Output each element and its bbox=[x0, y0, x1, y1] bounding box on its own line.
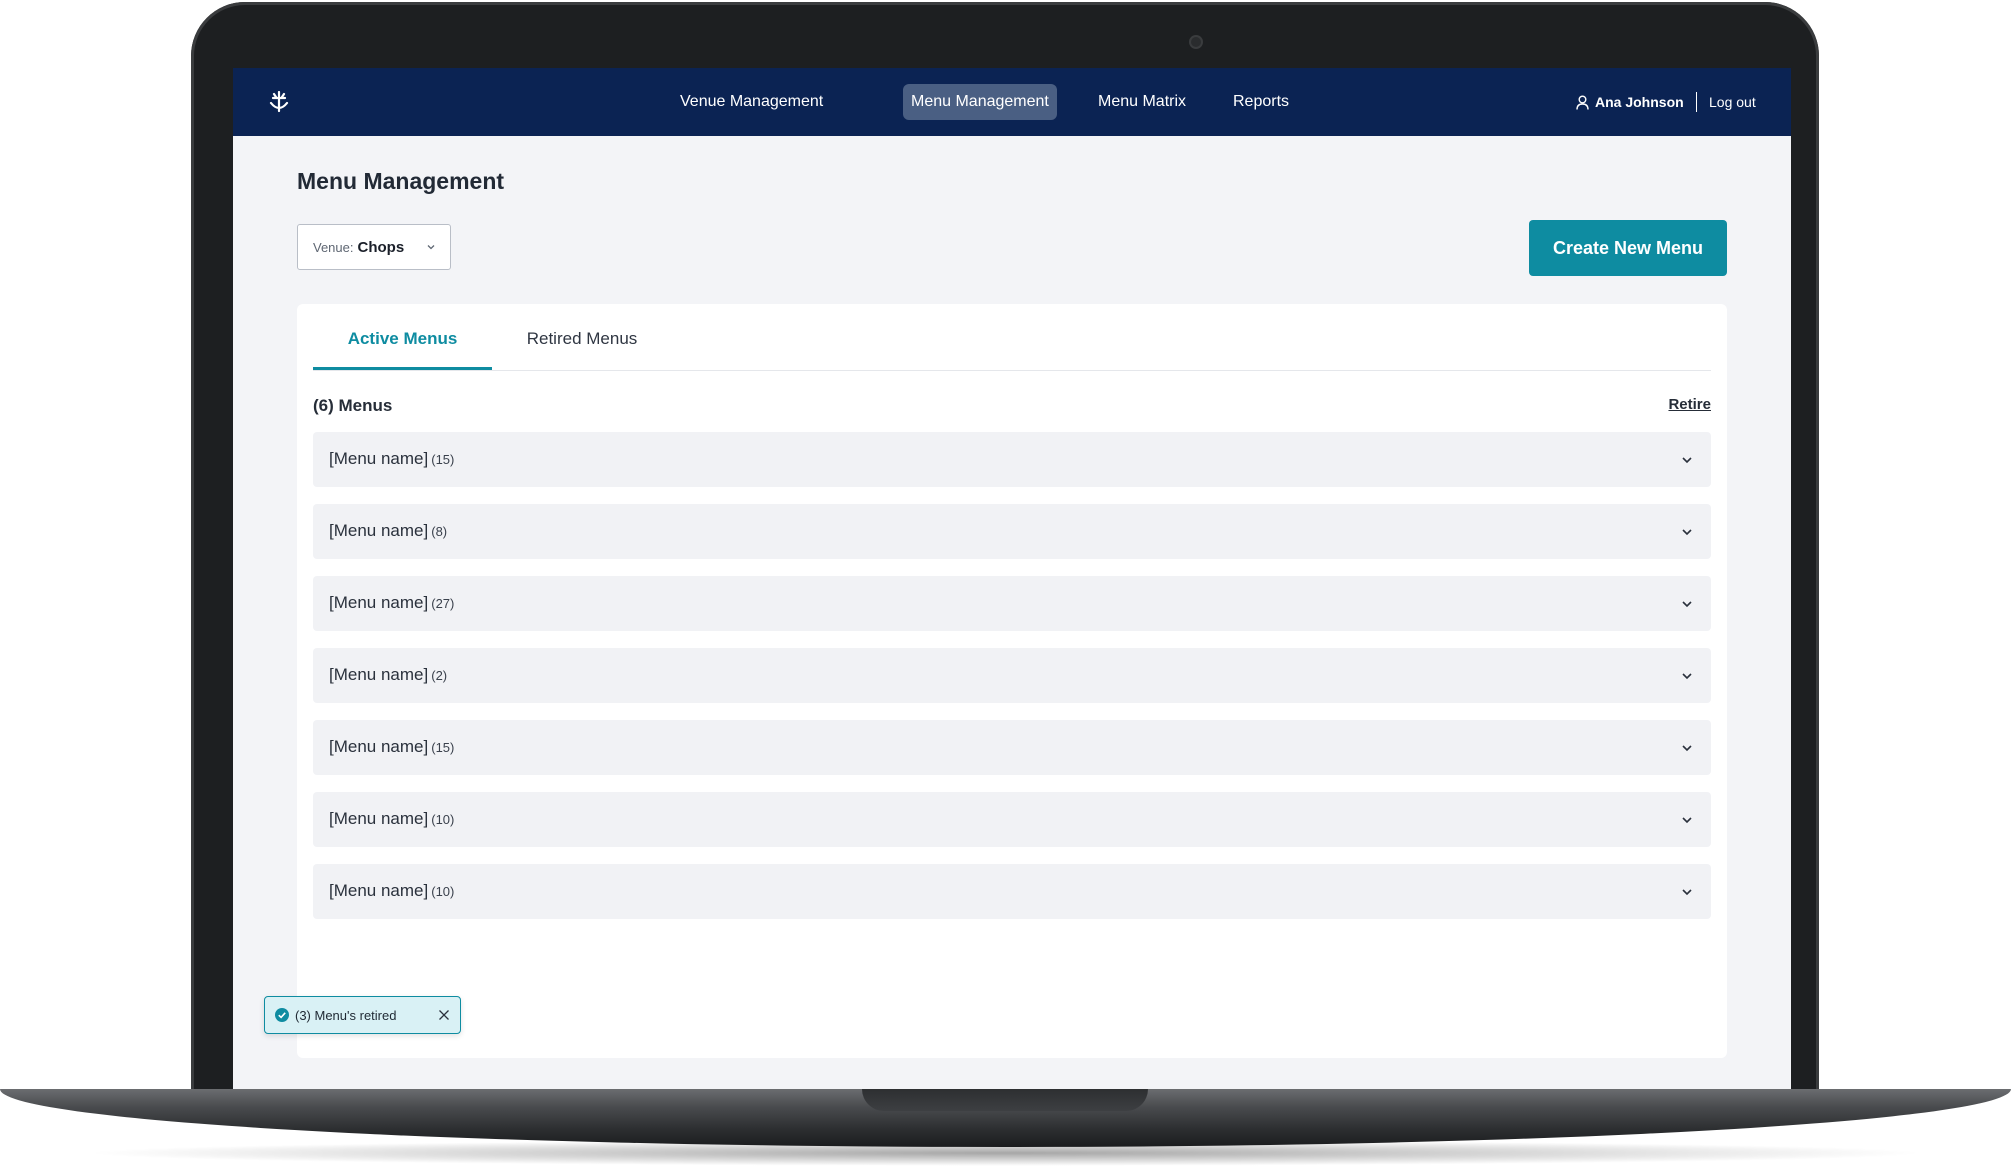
page-title: Menu Management bbox=[297, 168, 505, 194]
menu-item-count: (27) bbox=[431, 596, 455, 611]
nav-menu-matrix[interactable]: Menu Matrix bbox=[1090, 84, 1194, 120]
app-screen: Venue Management Menu Management Menu Ma… bbox=[233, 68, 1791, 1110]
logout-link[interactable]: Log out bbox=[1709, 84, 1756, 120]
menu-row[interactable]: [Menu name] (10) bbox=[313, 792, 1711, 847]
menu-row-title: [Menu name] (2) bbox=[329, 665, 447, 685]
menu-count-label: (6) Menus bbox=[313, 396, 393, 415]
chevron-down-icon[interactable] bbox=[1681, 742, 1693, 754]
check-circle-icon bbox=[275, 1008, 289, 1022]
user-name: Ana Johnson bbox=[1595, 94, 1684, 110]
menu-row-title: [Menu name] (15) bbox=[329, 737, 454, 757]
tab-active-menus[interactable]: Active Menus bbox=[313, 304, 492, 370]
create-new-menu-button[interactable]: Create New Menu bbox=[1529, 220, 1727, 276]
menu-name: [Menu name] bbox=[329, 881, 429, 900]
menu-name: [Menu name] bbox=[329, 521, 429, 540]
menu-row[interactable]: [Menu name] (8) bbox=[313, 504, 1711, 559]
nav-divider bbox=[1696, 92, 1697, 112]
menu-row[interactable]: [Menu name] (15) bbox=[313, 720, 1711, 775]
menu-row-title: [Menu name] (10) bbox=[329, 809, 454, 829]
toast-message: (3) Menu's retired bbox=[295, 1007, 397, 1023]
user-icon bbox=[1576, 95, 1589, 110]
crown-anchor-logo-icon[interactable] bbox=[268, 91, 290, 113]
menu-row[interactable]: [Menu name] (10) bbox=[313, 864, 1711, 919]
nav-reports[interactable]: Reports bbox=[1225, 84, 1297, 120]
menu-item-count: (2) bbox=[431, 668, 448, 683]
menu-name: [Menu name] bbox=[329, 665, 429, 684]
menu-row[interactable]: [Menu name] (27) bbox=[313, 576, 1711, 631]
chevron-down-icon[interactable] bbox=[1681, 526, 1693, 538]
venue-select-label: Venue: bbox=[313, 239, 354, 255]
menu-item-count: (15) bbox=[431, 740, 455, 755]
user-menu[interactable]: Ana Johnson bbox=[1576, 84, 1684, 120]
nav-venue-management[interactable]: Venue Management bbox=[672, 84, 831, 120]
chevron-down-icon[interactable] bbox=[1681, 598, 1693, 610]
menus-card: Active Menus Retired Menus (6) Menus Ret… bbox=[297, 304, 1727, 1058]
menu-name: [Menu name] bbox=[329, 593, 429, 612]
chevron-down-icon[interactable] bbox=[1681, 886, 1693, 898]
menu-item-count: (15) bbox=[431, 452, 455, 467]
tab-retired-menus[interactable]: Retired Menus bbox=[492, 304, 672, 370]
menu-tabs: Active Menus Retired Menus bbox=[313, 304, 1711, 371]
chevron-down-icon bbox=[427, 245, 435, 250]
menu-name: [Menu name] bbox=[329, 449, 429, 468]
close-icon[interactable] bbox=[438, 1009, 450, 1021]
menu-row[interactable]: [Menu name] (2) bbox=[313, 648, 1711, 703]
venue-select-value: Chops bbox=[357, 238, 405, 256]
nav-menu-management[interactable]: Menu Management bbox=[903, 84, 1057, 120]
menu-name: [Menu name] bbox=[329, 737, 429, 756]
chevron-down-icon[interactable] bbox=[1681, 454, 1693, 466]
laptop-notch bbox=[862, 1089, 1148, 1111]
retired-toast: (3) Menu's retired bbox=[264, 996, 461, 1034]
top-navigation: Venue Management Menu Management Menu Ma… bbox=[233, 68, 1791, 136]
menu-row-title: [Menu name] (10) bbox=[329, 881, 454, 901]
chevron-down-icon[interactable] bbox=[1681, 670, 1693, 682]
menu-item-count: (10) bbox=[431, 884, 455, 899]
menu-row-title: [Menu name] (8) bbox=[329, 521, 447, 541]
retire-link[interactable]: Retire bbox=[1668, 396, 1711, 413]
camera bbox=[1191, 37, 1201, 47]
chevron-down-icon[interactable] bbox=[1681, 814, 1693, 826]
menu-row[interactable]: [Menu name] (15) bbox=[313, 432, 1711, 487]
venue-select[interactable]: Venue: Chops bbox=[297, 224, 451, 270]
menu-name: [Menu name] bbox=[329, 809, 429, 828]
menu-item-count: (8) bbox=[431, 524, 448, 539]
menu-row-title: [Menu name] (27) bbox=[329, 593, 454, 613]
menu-row-title: [Menu name] (15) bbox=[329, 449, 454, 469]
menu-item-count: (10) bbox=[431, 812, 455, 827]
